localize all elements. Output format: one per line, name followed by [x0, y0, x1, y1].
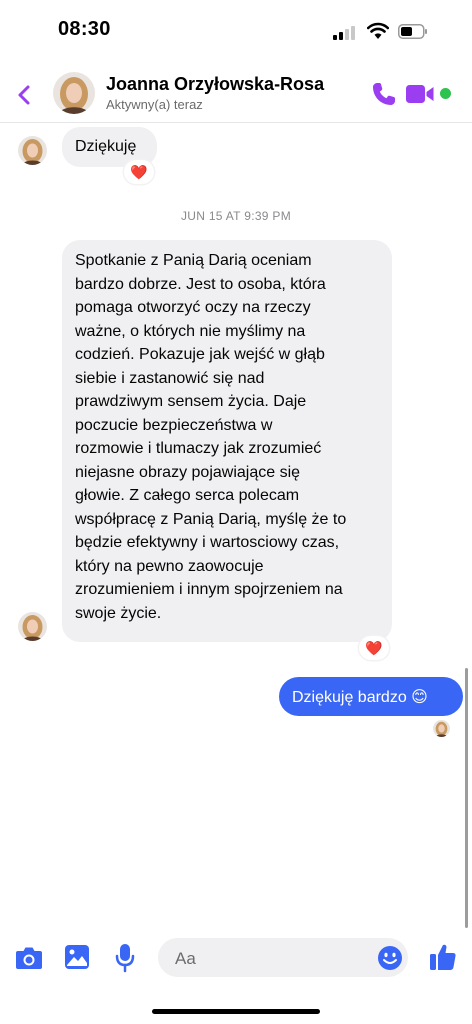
video-call-icon[interactable]	[405, 82, 435, 106]
heart-reaction[interactable]: ❤️	[359, 636, 389, 660]
sender-avatar[interactable]	[18, 136, 47, 165]
status-time: 08:30	[58, 18, 111, 40]
home-indicator[interactable]	[152, 1009, 320, 1014]
contact-status: Aktywny(a) teraz	[106, 97, 203, 112]
seen-receipt-avatar	[433, 720, 450, 737]
gallery-icon[interactable]	[64, 944, 90, 970]
message-bubble-outgoing[interactable]: Dziękuję bardzo 😊	[279, 677, 463, 716]
online-status-dot	[440, 88, 451, 99]
message-text: Spotkanie z Panią Darią oceniam bardzo d…	[75, 252, 347, 622]
heart-icon: ❤️	[365, 640, 383, 656]
message-text: Dziękuję	[75, 138, 137, 155]
cellular-signal-icon	[333, 26, 359, 40]
message-input-placeholder: Aa	[175, 949, 196, 968]
heart-icon: ❤️	[130, 164, 148, 180]
thumbs-up-icon[interactable]	[428, 942, 458, 972]
contact-name[interactable]: Joanna Orzyłowska-Rosa	[106, 74, 324, 95]
battery-icon	[398, 24, 427, 39]
microphone-icon[interactable]	[115, 943, 135, 973]
scrollbar[interactable]	[465, 668, 468, 928]
emoji-icon[interactable]	[377, 945, 403, 971]
phone-call-icon[interactable]	[370, 80, 398, 108]
message-timestamp: JUN 15 AT 9:39 PM	[180, 209, 292, 223]
sender-avatar[interactable]	[18, 612, 47, 641]
wifi-icon	[367, 22, 389, 39]
message-text: Dziękuję bardzo 😊	[292, 689, 428, 706]
heart-reaction[interactable]: ❤️	[124, 160, 154, 184]
contact-avatar[interactable]	[53, 72, 95, 114]
camera-icon[interactable]	[15, 945, 43, 971]
back-arrow-icon[interactable]	[14, 84, 36, 106]
message-bubble-incoming[interactable]: Spotkanie z Panią Darią oceniam bardzo d…	[62, 240, 392, 642]
